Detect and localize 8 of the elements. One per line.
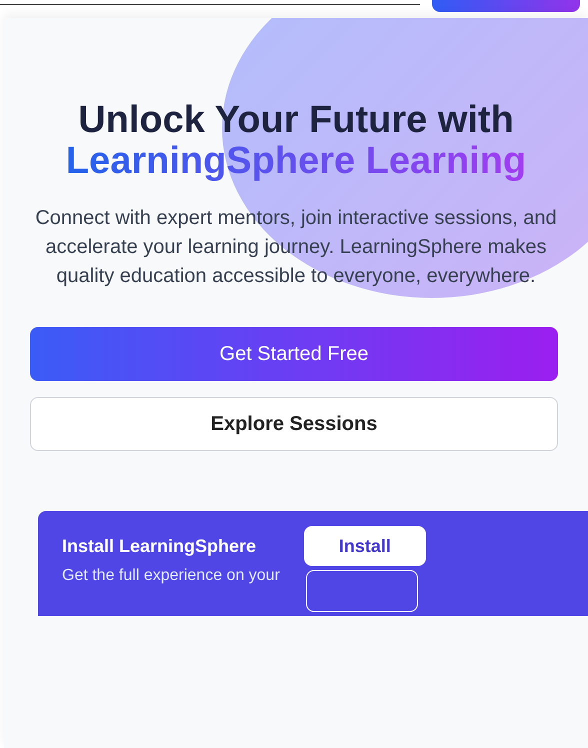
install-title: Install LearningSphere — [62, 536, 258, 557]
explore-button[interactable]: Explore Sessions — [30, 397, 558, 451]
hero-title: Unlock Your Future with LearningSphere Learning — [64, 98, 528, 182]
install-text: Get the full experience on your — [62, 567, 280, 585]
dismiss-button[interactable] — [306, 570, 418, 612]
install-button[interactable]: Install — [304, 526, 426, 566]
get-started-button[interactable]: Get Started Free — [30, 327, 558, 381]
hero-description: Connect with expert mentors, join interactive sessions, and accelerate your learning journey. LearningSphere makes quality education accessible to everyone, everywhere. — [34, 206, 558, 289]
